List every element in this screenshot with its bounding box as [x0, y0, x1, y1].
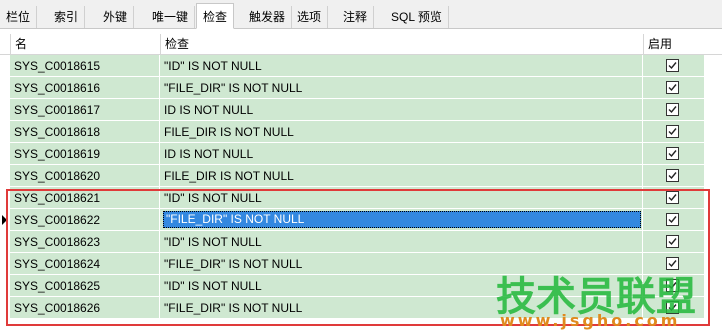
cell-name[interactable]: SYS_C0018622	[10, 209, 160, 231]
tab-triggers[interactable]: 触发器	[243, 6, 293, 28]
checkmark-icon	[668, 216, 677, 224]
tab-columns[interactable]: 栏位	[0, 6, 38, 28]
cell-enabled	[643, 187, 705, 209]
table-row[interactable]: SYS_C0018617 ID IS NOT NULL	[0, 99, 722, 121]
cell-name[interactable]: SYS_C0018624	[10, 253, 160, 275]
table-row[interactable]: SYS_C0018622 "FILE_DIR" IS NOT NULL	[0, 209, 722, 231]
checkmark-icon	[668, 172, 677, 180]
cell-name[interactable]: SYS_C0018620	[10, 165, 160, 187]
enabled-checkbox[interactable]	[666, 213, 679, 226]
table-row[interactable]: SYS_C0018621 "ID" IS NOT NULL	[0, 187, 722, 209]
cell-name[interactable]: SYS_C0018616	[10, 77, 160, 99]
enabled-checkbox[interactable]	[666, 169, 679, 182]
enabled-checkbox[interactable]	[666, 103, 679, 116]
checkmark-icon	[668, 62, 677, 70]
table-row[interactable]: SYS_C0018615 "ID" IS NOT NULL	[0, 55, 722, 77]
column-header-check[interactable]: 检查	[160, 34, 643, 54]
tab-options[interactable]: 选项	[291, 6, 329, 28]
tab-sql-preview[interactable]: SQL 预览	[385, 6, 449, 28]
checkmark-icon	[668, 194, 677, 202]
cell-name[interactable]: SYS_C0018615	[10, 55, 160, 77]
watermark-url: www.jsgho.com	[500, 311, 681, 330]
cell-check-expression[interactable]: FILE_DIR IS NOT NULL	[160, 165, 643, 187]
checkmark-icon	[668, 106, 677, 114]
cell-enabled	[643, 55, 705, 77]
checkmark-icon	[668, 150, 677, 158]
cell-name[interactable]: SYS_C0018626	[10, 297, 160, 319]
column-header-name[interactable]: 名	[10, 34, 160, 54]
tab-indexes[interactable]: 索引	[48, 6, 86, 28]
cell-check-expression[interactable]: ID IS NOT NULL	[160, 99, 643, 121]
table-row[interactable]: SYS_C0018619 ID IS NOT NULL	[0, 143, 722, 165]
checkmark-icon	[668, 238, 677, 246]
cell-enabled	[643, 231, 705, 253]
cell-enabled	[643, 143, 705, 165]
cell-enabled	[643, 99, 705, 121]
cell-check-expression[interactable]: "ID" IS NOT NULL	[160, 187, 643, 209]
check-expression-editor[interactable]: "FILE_DIR" IS NOT NULL	[163, 211, 641, 228]
tab-foreign-keys[interactable]: 外键	[97, 6, 135, 28]
cell-check-expression[interactable]: FILE_DIR IS NOT NULL	[160, 121, 643, 143]
cell-enabled	[643, 77, 705, 99]
cell-name[interactable]: SYS_C0018619	[10, 143, 160, 165]
table-row[interactable]: SYS_C0018616 "FILE_DIR" IS NOT NULL	[0, 77, 722, 99]
enabled-checkbox[interactable]	[666, 81, 679, 94]
enabled-checkbox[interactable]	[666, 125, 679, 138]
cell-name[interactable]: SYS_C0018623	[10, 231, 160, 253]
cell-name[interactable]: SYS_C0018625	[10, 275, 160, 297]
cell-enabled	[643, 209, 705, 231]
cell-enabled	[643, 165, 705, 187]
grid-header: 名 检查 启用	[0, 34, 722, 55]
enabled-checkbox[interactable]	[666, 191, 679, 204]
cell-check-expression[interactable]: "ID" IS NOT NULL	[160, 55, 643, 77]
enabled-checkbox[interactable]	[666, 235, 679, 248]
cell-name[interactable]: SYS_C0018618	[10, 121, 160, 143]
table-row[interactable]: SYS_C0018623 "ID" IS NOT NULL	[0, 231, 722, 253]
cell-name[interactable]: SYS_C0018617	[10, 99, 160, 121]
tab-checks[interactable]: 检查	[196, 3, 235, 29]
enabled-checkbox[interactable]	[666, 147, 679, 160]
cell-check-expression[interactable]: "ID" IS NOT NULL	[160, 231, 643, 253]
table-row[interactable]: SYS_C0018618 FILE_DIR IS NOT NULL	[0, 121, 722, 143]
checkmark-icon	[668, 84, 677, 92]
cell-check-expression[interactable]: ID IS NOT NULL	[160, 143, 643, 165]
tab-comments[interactable]: 注释	[337, 6, 375, 28]
enabled-checkbox[interactable]	[666, 59, 679, 72]
cell-check-expression[interactable]: "FILE_DIR" IS NOT NULL	[160, 77, 643, 99]
tab-unique-keys[interactable]: 唯一键	[146, 6, 196, 28]
checkmark-icon	[668, 128, 677, 136]
cell-enabled	[643, 121, 705, 143]
column-header-enabled[interactable]: 启用	[643, 34, 722, 54]
tab-bar: 栏位 索引 外键 唯一键 检查 触发器 选项 注释 SQL 预览	[0, 0, 722, 29]
table-row[interactable]: SYS_C0018620 FILE_DIR IS NOT NULL	[0, 165, 722, 187]
cell-name[interactable]: SYS_C0018621	[10, 187, 160, 209]
current-row-marker-icon	[2, 215, 7, 225]
